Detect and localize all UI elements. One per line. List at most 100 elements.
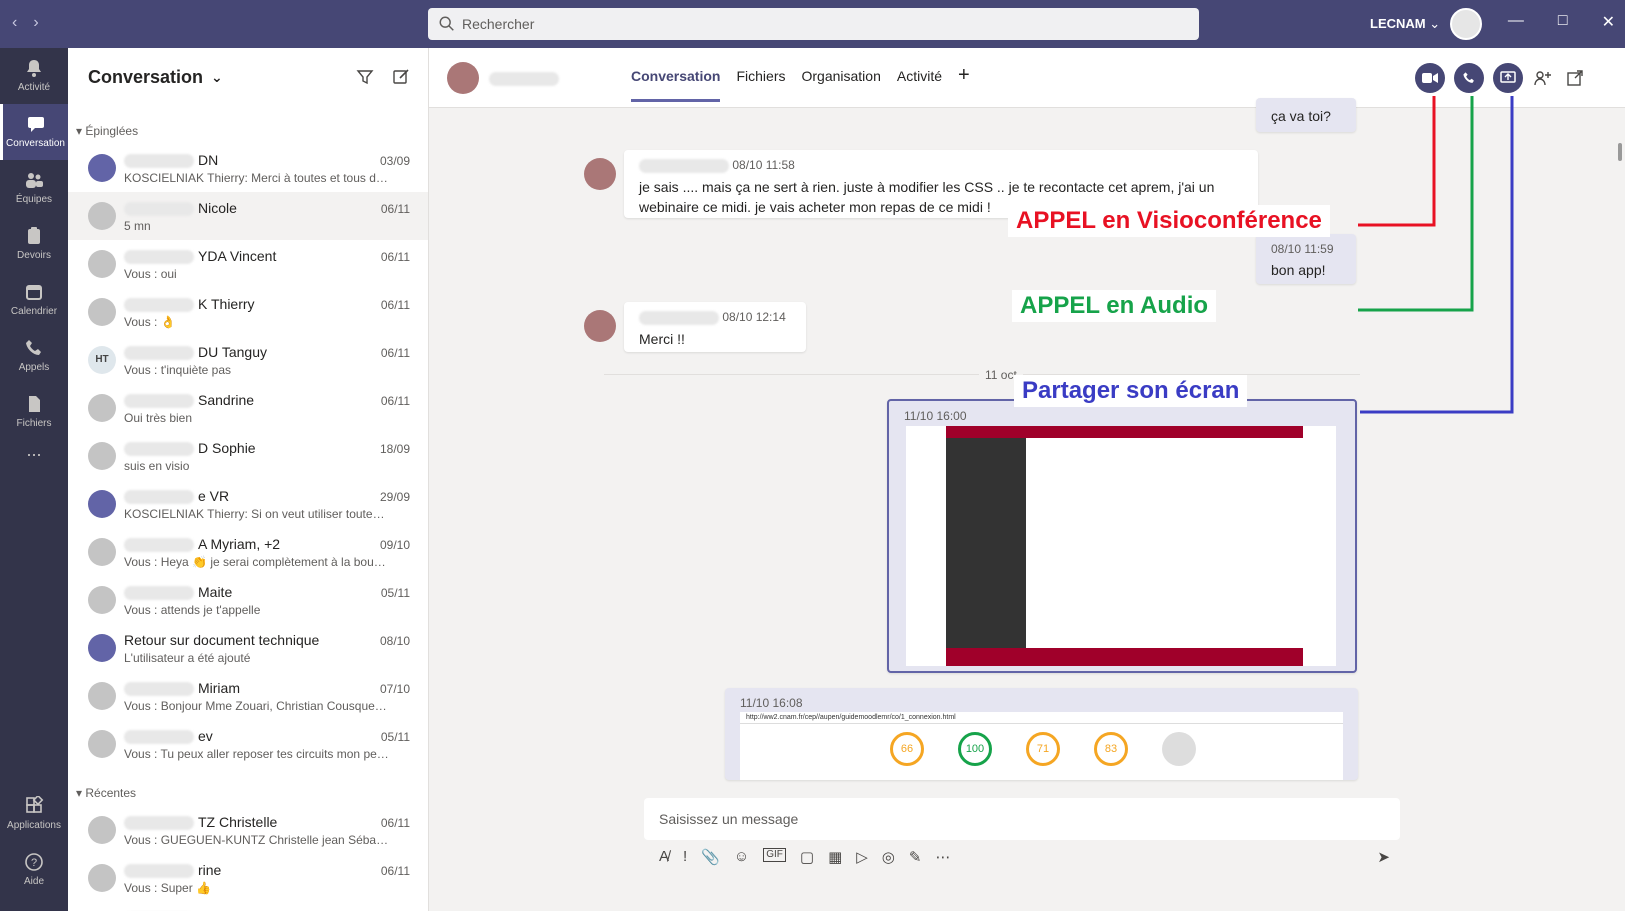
list-item-name-text: Sandrine (198, 392, 255, 408)
close-icon[interactable]: ✕ (1602, 12, 1615, 32)
rail-item-calendar[interactable]: Calendrier (0, 272, 68, 328)
avatar[interactable] (1450, 8, 1482, 40)
compose-icon[interactable] (392, 68, 410, 86)
avatar[interactable] (584, 310, 616, 342)
score-gauge: 66 (890, 732, 924, 766)
minimize-icon[interactable]: — (1508, 12, 1524, 32)
redacted-name (124, 864, 194, 879)
list-item[interactable]: Retour sur document technique L'utilisate… (68, 624, 428, 672)
rail-item-chat[interactable]: Conversation (0, 104, 68, 160)
shared-screenshot-message[interactable]: 11/10 16:00 (887, 399, 1357, 673)
list-item[interactable]: DN KOSCIELNIAK Thierry: Merci à toutes et… (68, 144, 428, 192)
section-recent[interactable]: Récentes (68, 768, 428, 806)
list-item-name-text: e VR (198, 488, 230, 504)
rail-item-assignments[interactable]: Devoirs (0, 216, 68, 272)
list-item[interactable]: YDA Vincent Vous : oui 06/11 (68, 240, 428, 288)
list-item[interactable]: D Sophie suis en visio 18/09 (68, 432, 428, 480)
list-item[interactable]: K Thierry Vous : 👌 06/11 (68, 288, 428, 336)
rail-item-calls[interactable]: Appels (0, 328, 68, 384)
list-item-date: 06/11 (380, 298, 410, 312)
avatar[interactable] (447, 62, 479, 94)
tenant-switcher[interactable]: LECNAM (1370, 16, 1440, 32)
format-icon[interactable]: A̸ (659, 848, 669, 866)
video-call-button[interactable] (1415, 63, 1445, 93)
list-item[interactable]: HT DU Tanguy Vous : t'inquiète pas 06/11 (68, 336, 428, 384)
list-title[interactable]: Conversation (88, 67, 203, 88)
praise-icon[interactable]: ◎ (882, 848, 895, 866)
pop-out-icon[interactable] (1565, 68, 1585, 88)
list-item[interactable]: rine Vous : Super 👍 06/11 (68, 854, 428, 902)
list-item-name: ev (124, 728, 213, 745)
shared-screenshot[interactable] (906, 426, 1336, 666)
forward-icon[interactable]: › (33, 14, 38, 32)
tab-files[interactable]: Fichiers (736, 68, 785, 102)
list-item[interactable]: e VR KOSCIELNIAK Thierry: Si on veut util… (68, 480, 428, 528)
avatar (88, 864, 116, 892)
more-icon[interactable]: ⋯ (935, 848, 950, 866)
message-input[interactable]: Saisissez un message (644, 798, 1400, 840)
list-item[interactable]: Maite Vous : attends je t'appelle 05/11 (68, 576, 428, 624)
list-item-preview: Vous : oui (124, 267, 177, 281)
list-item[interactable]: Sandrine Oui très bien 06/11 (68, 384, 428, 432)
back-icon[interactable]: ‹ (12, 14, 17, 32)
tab-conversation[interactable]: Conversation (631, 68, 721, 102)
list-item-date: 03/09 (379, 154, 410, 168)
list-item-name: YDA Vincent (124, 248, 276, 265)
list-item-preview: KOSCIELNIAK Thierry: Merci à toutes et t… (124, 171, 389, 185)
list-item-preview: 5 mn (124, 219, 151, 233)
rail-item-more[interactable]: ... (0, 440, 68, 496)
rail-item-teams[interactable]: Équipes (0, 160, 68, 216)
tab-activity[interactable]: Activité (897, 68, 942, 102)
add-people-icon[interactable] (1533, 68, 1553, 88)
avatar (88, 682, 116, 710)
redacted-name (124, 154, 194, 169)
shared-screenshot-message[interactable]: 11/10 16:08 http://ww2.cnam.fr/cep//aupe… (725, 688, 1358, 780)
list-item[interactable]: Nicole 5 mn 06/11 (68, 192, 428, 240)
sticker-icon[interactable]: ▢ (800, 848, 814, 866)
meeting-icon[interactable]: ▦ (828, 848, 842, 866)
pinned-list: DN KOSCIELNIAK Thierry: Merci à toutes et… (68, 144, 428, 768)
section-pinned[interactable]: Épinglées (68, 106, 428, 144)
svg-text:?: ? (31, 857, 37, 869)
list-item-name-text: DN (198, 152, 219, 168)
score-gauge: 71 (1026, 732, 1060, 766)
emoji-icon[interactable]: ☺ (734, 848, 749, 866)
app-rail: Activité Conversation Équipes Devoirs Ca… (0, 48, 68, 911)
list-item-name-text: D Sophie (198, 440, 256, 456)
maximize-icon[interactable]: □ (1558, 12, 1568, 32)
avatar: HT (88, 346, 116, 374)
gif-icon[interactable]: GIF (763, 848, 786, 862)
list-item-name: K Thierry (124, 296, 255, 313)
list-item-preview: Vous : attends je t'appelle (124, 603, 261, 617)
search-input[interactable]: Rechercher (428, 8, 1199, 40)
list-item[interactable]: Réunin FOAD - Licence05/11 (68, 902, 428, 911)
list-item-preview: suis en visio (124, 459, 190, 473)
list-item[interactable]: ev Vous : Tu peux aller reposer tes circu… (68, 720, 428, 768)
add-tab-icon[interactable]: + (958, 64, 970, 102)
scrollbar[interactable] (1615, 108, 1625, 798)
rail-item-activity[interactable]: Activité (0, 48, 68, 104)
shared-screenshot[interactable]: http://ww2.cnam.fr/cep//aupen/guidemoodl… (740, 712, 1343, 780)
rail-item-apps[interactable]: Applications (0, 786, 68, 842)
list-item[interactable]: A Myriam, +2 Vous : Heya 👏 je serai compl… (68, 528, 428, 576)
attach-icon[interactable]: 📎 (701, 848, 720, 866)
rail-item-files[interactable]: Fichiers (0, 384, 68, 440)
chevron-down-icon[interactable]: ⌄ (211, 69, 223, 86)
important-icon[interactable]: ! (683, 848, 687, 866)
list-item[interactable]: TZ Christelle Vous : GUEGUEN-KUNTZ Christ… (68, 806, 428, 854)
send-icon[interactable]: ➤ (1377, 848, 1400, 866)
share-screen-button[interactable] (1493, 63, 1523, 93)
avatar[interactable] (584, 158, 616, 190)
list-item-name-text: TZ Christelle (198, 814, 278, 830)
forms-icon[interactable]: ✎ (909, 848, 922, 866)
redacted-name (124, 586, 194, 601)
filter-icon[interactable] (356, 68, 374, 86)
redacted-name (124, 816, 194, 831)
rail-item-help[interactable]: ? Aide (0, 842, 68, 898)
audio-call-button[interactable] (1454, 63, 1484, 93)
list-item-preview: Vous : 👌 (124, 315, 176, 329)
list-item[interactable]: Miriam Vous : Bonjour Mme Zouari, Christi… (68, 672, 428, 720)
avatar (88, 816, 116, 844)
tab-organisation[interactable]: Organisation (801, 68, 880, 102)
stream-icon[interactable]: ▷ (856, 848, 868, 866)
